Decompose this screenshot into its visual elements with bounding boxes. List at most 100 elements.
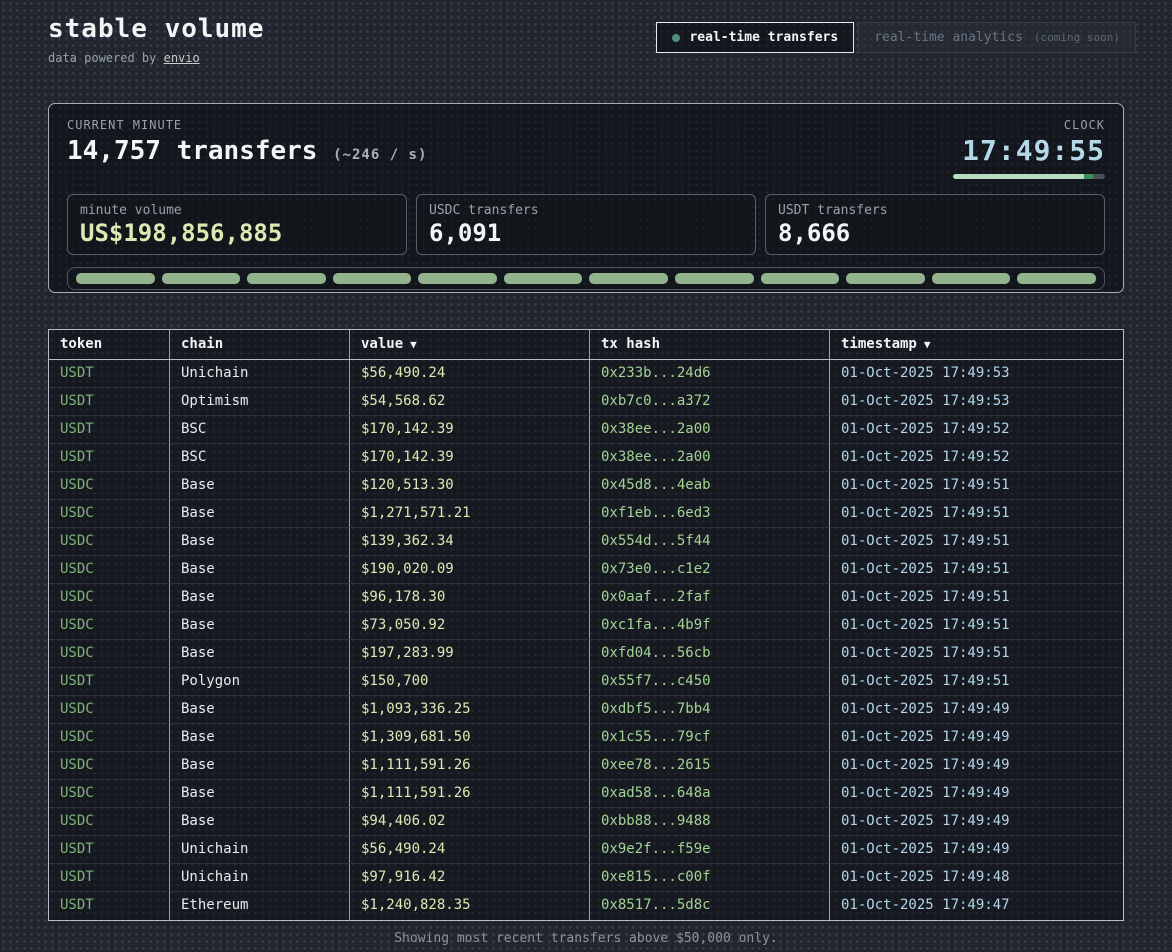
page-title: stable volume bbox=[48, 14, 265, 44]
tab-real-time-transfers[interactable]: real-time transfers bbox=[656, 22, 854, 53]
cell-tx-hash[interactable]: 0x55f7...c450 bbox=[590, 668, 830, 696]
sort-desc-icon: ▼ bbox=[410, 338, 417, 351]
cell-value: $73,050.92 bbox=[350, 612, 590, 640]
cell-tx-hash[interactable]: 0x38ee...2a00 bbox=[590, 416, 830, 444]
cell-tx-hash[interactable]: 0x1c55...79cf bbox=[590, 724, 830, 752]
cell-tx-hash[interactable]: 0x8517...5d8c bbox=[590, 892, 830, 920]
cell-timestamp: 01-Oct-2025 17:49:51 bbox=[830, 640, 1123, 668]
cell-value: $94,406.02 bbox=[350, 808, 590, 836]
stat-box-value: US$198,856,885 bbox=[80, 219, 394, 247]
cell-token: USDT bbox=[49, 444, 170, 472]
cell-chain: BSC bbox=[170, 444, 350, 472]
cell-value: $190,020.09 bbox=[350, 556, 590, 584]
cell-tx-hash[interactable]: 0xf1eb...6ed3 bbox=[590, 500, 830, 528]
cell-tx-hash[interactable]: 0xb7c0...a372 bbox=[590, 388, 830, 416]
cell-timestamp: 01-Oct-2025 17:49:52 bbox=[830, 444, 1123, 472]
cell-tx-hash[interactable]: 0xee78...2615 bbox=[590, 752, 830, 780]
cell-tx-hash[interactable]: 0x233b...24d6 bbox=[590, 360, 830, 388]
cell-timestamp: 01-Oct-2025 17:49:51 bbox=[830, 584, 1123, 612]
envio-link[interactable]: envio bbox=[164, 51, 200, 65]
cell-tx-hash[interactable]: 0x73e0...c1e2 bbox=[590, 556, 830, 584]
cell-token: USDC bbox=[49, 780, 170, 808]
cell-token: USDC bbox=[49, 752, 170, 780]
cell-token: USDT bbox=[49, 892, 170, 920]
cell-chain: Unichain bbox=[170, 836, 350, 864]
cell-tx-hash[interactable]: 0xdbf5...7bb4 bbox=[590, 696, 830, 724]
cell-chain: Base bbox=[170, 472, 350, 500]
cell-chain: Optimism bbox=[170, 388, 350, 416]
cell-value: $54,568.62 bbox=[350, 388, 590, 416]
cell-token: USDC bbox=[49, 696, 170, 724]
footer-note: Showing most recent transfers above $50,… bbox=[0, 931, 1172, 946]
cell-value: $96,178.30 bbox=[350, 584, 590, 612]
table-row: USDC Base $139,362.34 0x554d...5f44 01-O… bbox=[49, 528, 1123, 556]
cell-tx-hash[interactable]: 0xbb88...9488 bbox=[590, 808, 830, 836]
cell-token: USDT bbox=[49, 864, 170, 892]
cell-chain: Ethereum bbox=[170, 892, 350, 920]
cell-chain: Unichain bbox=[170, 360, 350, 388]
cell-timestamp: 01-Oct-2025 17:49:51 bbox=[830, 556, 1123, 584]
cell-tx-hash[interactable]: 0x0aaf...2faf bbox=[590, 584, 830, 612]
table-row: USDC Base $120,513.30 0x45d8...4eab 01-O… bbox=[49, 472, 1123, 500]
cell-chain: Base bbox=[170, 612, 350, 640]
minute-progress-segment bbox=[418, 273, 497, 284]
table-row: USDT Polygon $150,700 0x55f7...c450 01-O… bbox=[49, 668, 1123, 696]
cell-timestamp: 01-Oct-2025 17:49:49 bbox=[830, 780, 1123, 808]
cell-value: $1,240,828.35 bbox=[350, 892, 590, 920]
cell-tx-hash[interactable]: 0xc1fa...4b9f bbox=[590, 612, 830, 640]
cell-timestamp: 01-Oct-2025 17:49:53 bbox=[830, 388, 1123, 416]
table-row: USDC Base $197,283.99 0xfd04...56cb 01-O… bbox=[49, 640, 1123, 668]
table-row: USDT BSC $170,142.39 0x38ee...2a00 01-Oc… bbox=[49, 444, 1123, 472]
minute-progress-segment bbox=[76, 273, 155, 284]
cell-value: $56,490.24 bbox=[350, 836, 590, 864]
brand: stable volume data powered by envio bbox=[48, 14, 265, 65]
cell-token: USDC bbox=[49, 640, 170, 668]
cell-tx-hash[interactable]: 0xfd04...56cb bbox=[590, 640, 830, 668]
cell-chain: Base bbox=[170, 808, 350, 836]
cell-timestamp: 01-Oct-2025 17:49:51 bbox=[830, 472, 1123, 500]
clock-progress-tip bbox=[1084, 174, 1093, 179]
cell-value: $1,111,591.26 bbox=[350, 752, 590, 780]
cell-value: $56,490.24 bbox=[350, 360, 590, 388]
tab-real-time-analytics[interactable]: real-time analytics (coming soon) bbox=[858, 22, 1136, 53]
cell-chain: Base bbox=[170, 556, 350, 584]
cell-token: USDT bbox=[49, 836, 170, 864]
cell-value: $170,142.39 bbox=[350, 444, 590, 472]
cell-timestamp: 01-Oct-2025 17:49:48 bbox=[830, 864, 1123, 892]
cell-tx-hash[interactable]: 0x9e2f...f59e bbox=[590, 836, 830, 864]
stat-box-label: minute volume bbox=[80, 203, 394, 218]
coming-soon-note: (coming soon) bbox=[1034, 31, 1120, 44]
stat-boxes: minute volume US$198,856,885 USDC transf… bbox=[67, 194, 1105, 255]
clock-block: CLOCK 17:49:55 bbox=[953, 118, 1105, 179]
tab-bar: real-time transfers real-time analytics … bbox=[656, 22, 1136, 53]
minute-progress-segment bbox=[932, 273, 1011, 284]
table-row: USDC Base $1,111,591.26 0xee78...2615 01… bbox=[49, 752, 1123, 780]
cell-timestamp: 01-Oct-2025 17:49:53 bbox=[830, 360, 1123, 388]
cell-value: $1,271,571.21 bbox=[350, 500, 590, 528]
cell-timestamp: 01-Oct-2025 17:49:49 bbox=[830, 808, 1123, 836]
cell-value: $197,283.99 bbox=[350, 640, 590, 668]
cell-tx-hash[interactable]: 0xe815...c00f bbox=[590, 864, 830, 892]
minute-progress bbox=[67, 267, 1105, 290]
transfers-word: transfers bbox=[177, 136, 318, 166]
table-row: USDT Ethereum $1,240,828.35 0x8517...5d8… bbox=[49, 892, 1123, 920]
cell-value: $139,362.34 bbox=[350, 528, 590, 556]
cell-token: USDC bbox=[49, 472, 170, 500]
cell-tx-hash[interactable]: 0x45d8...4eab bbox=[590, 472, 830, 500]
cell-tx-hash[interactable]: 0x38ee...2a00 bbox=[590, 444, 830, 472]
minute-progress-segment bbox=[162, 273, 241, 284]
cell-timestamp: 01-Oct-2025 17:49:52 bbox=[830, 416, 1123, 444]
cell-chain: BSC bbox=[170, 416, 350, 444]
clock-progress-bar bbox=[953, 174, 1105, 179]
cell-tx-hash[interactable]: 0xad58...648a bbox=[590, 780, 830, 808]
header-value[interactable]: value▼ bbox=[350, 330, 590, 359]
cell-tx-hash[interactable]: 0x554d...5f44 bbox=[590, 528, 830, 556]
cell-timestamp: 01-Oct-2025 17:49:47 bbox=[830, 892, 1123, 920]
header-timestamp[interactable]: timestamp▼ bbox=[830, 330, 1123, 359]
cell-chain: Base bbox=[170, 724, 350, 752]
clock-label: CLOCK bbox=[953, 118, 1105, 132]
table-row: USDC Base $1,271,571.21 0xf1eb...6ed3 01… bbox=[49, 500, 1123, 528]
header-chain: chain bbox=[170, 330, 350, 359]
sort-desc-icon: ▼ bbox=[924, 338, 931, 351]
clock-time: 17:49:55 bbox=[953, 134, 1105, 167]
